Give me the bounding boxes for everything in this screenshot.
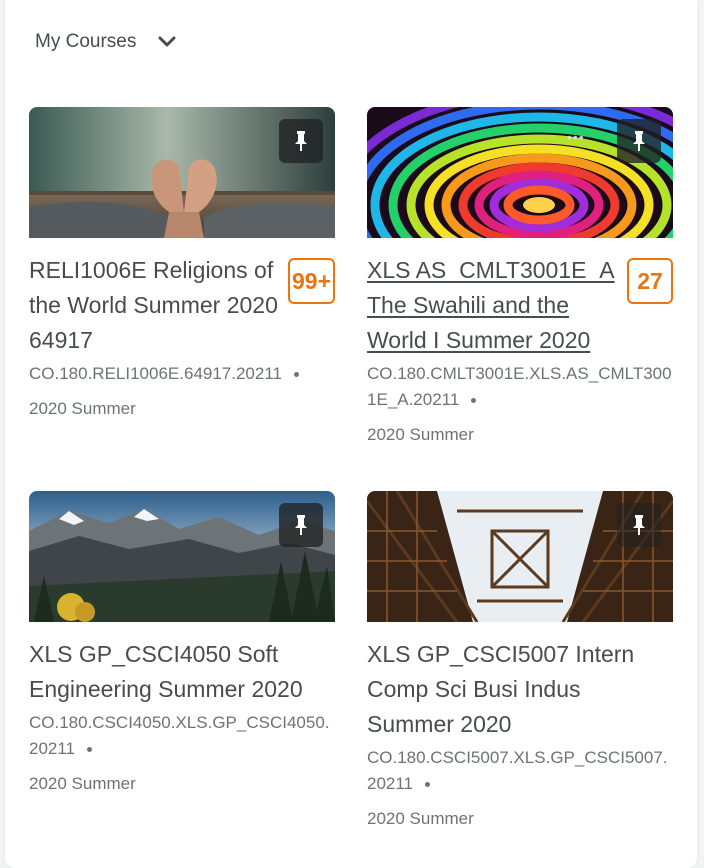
my-courses-dropdown[interactable]: My Courses bbox=[35, 26, 176, 58]
course-term: 2020 Summer bbox=[29, 399, 136, 418]
widget-title: My Courses bbox=[35, 31, 137, 52]
pin-icon bbox=[633, 515, 645, 535]
course-code: CO.180.RELI1006E.64917.20211 bbox=[29, 361, 335, 387]
course-image-rainbow-rings: ••• bbox=[367, 107, 673, 238]
course-title[interactable]: XLS GP_CSCI5007 Intern Comp Sci Busi Ind… bbox=[367, 637, 673, 742]
pin-icon bbox=[295, 515, 307, 535]
course-term: 2020 Summer bbox=[29, 774, 136, 793]
course-card[interactable]: XLS GP_CSCI4050 Soft Engineering Summer … bbox=[29, 491, 335, 797]
course-title[interactable]: XLS GP_CSCI4050 Soft Engineering Summer … bbox=[29, 637, 335, 707]
unread-count-badge: 99+ bbox=[287, 258, 335, 304]
pin-button[interactable] bbox=[279, 119, 323, 163]
course-card[interactable]: ••• XLS AS_CMLT3001E_A The Swahili and t… bbox=[367, 107, 673, 448]
course-code: CO.180.CSCI5007.XLS.GP_CSCI5007.20211 bbox=[367, 748, 668, 793]
more-dots-decoration: ••• bbox=[567, 129, 585, 145]
separator-dot bbox=[425, 782, 431, 788]
pin-button[interactable] bbox=[617, 503, 661, 547]
course-title[interactable]: RELI1006E Religions of the World Summer … bbox=[29, 253, 335, 358]
separator-dot bbox=[294, 372, 299, 378]
pin-button[interactable] bbox=[279, 503, 323, 547]
pin-icon bbox=[633, 131, 645, 151]
course-code: CO.180.CMLT3001E.XLS.AS_CMLT3001E_A.2021… bbox=[367, 364, 672, 409]
my-courses-widget: My Courses RELI1006E Religions of the Wo… bbox=[5, 0, 697, 868]
course-term: 2020 Summer bbox=[367, 425, 474, 444]
course-image-mountains bbox=[29, 491, 335, 622]
course-image-praying-hands bbox=[29, 107, 335, 238]
course-code: CO.180.CSCI4050.XLS.GP_CSCI4050.20211 bbox=[29, 713, 330, 758]
course-term: 2020 Summer bbox=[367, 809, 474, 828]
pin-button[interactable] bbox=[617, 119, 661, 163]
chevron-down-icon bbox=[158, 36, 176, 47]
unread-count-badge: 27 bbox=[627, 258, 673, 304]
pin-icon bbox=[295, 131, 307, 151]
course-card[interactable]: RELI1006E Religions of the World Summer … bbox=[29, 107, 335, 422]
separator-dot bbox=[87, 747, 93, 753]
course-title[interactable]: XLS AS_CMLT3001E_A The Swahili and the W… bbox=[367, 253, 673, 358]
course-image-eiffel-tower bbox=[367, 491, 673, 622]
course-card[interactable]: XLS GP_CSCI5007 Intern Comp Sci Busi Ind… bbox=[367, 491, 673, 832]
separator-dot bbox=[471, 398, 477, 404]
